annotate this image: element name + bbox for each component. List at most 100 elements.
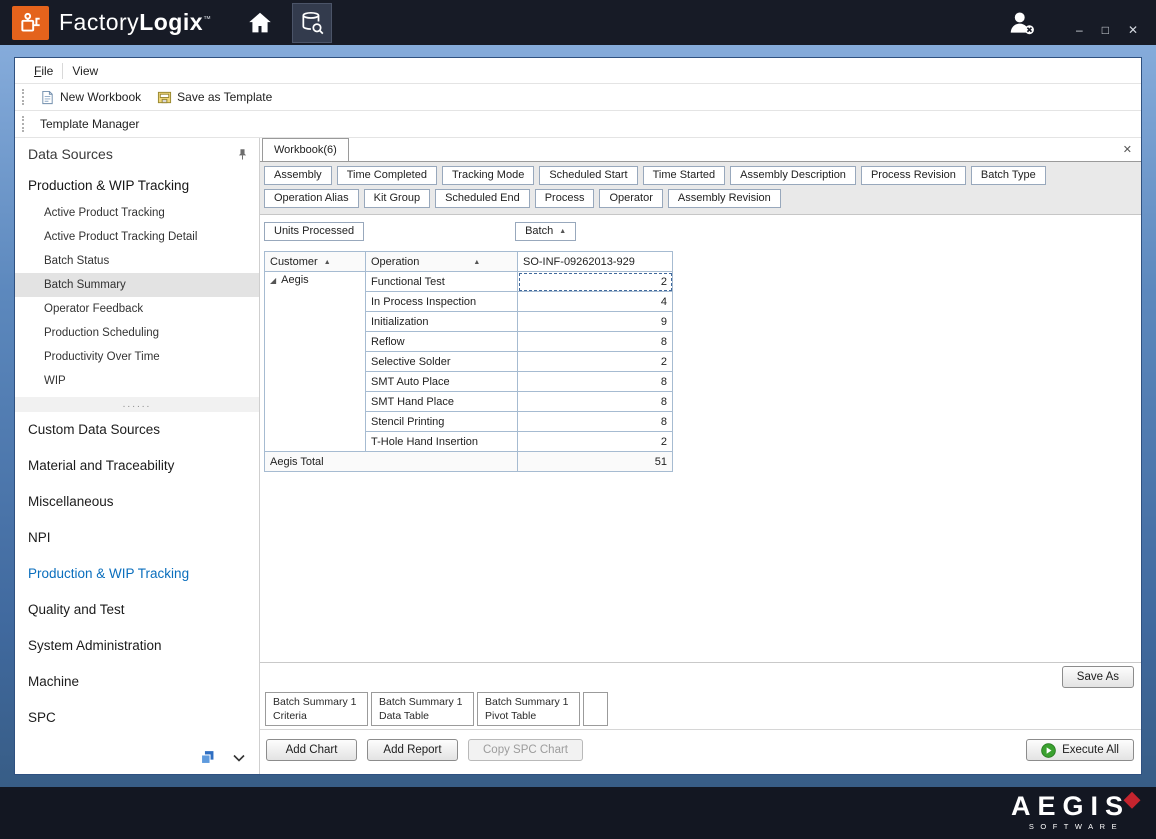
field-chip-process-revision[interactable]: Process Revision [861,166,966,185]
field-chip-scheduled-end[interactable]: Scheduled End [435,189,530,208]
sidebar-section-title: Production & WIP Tracking [15,170,259,201]
menu-view[interactable]: View [63,64,107,78]
pivot-group-cell-aegis[interactable]: ◢Aegis [265,272,366,452]
category-custom-data-sources[interactable]: Custom Data Sources [15,412,259,448]
window-frame: File View New Workbook [0,45,1156,787]
close-button[interactable]: ✕ [1128,24,1138,36]
field-chip-scheduled-start[interactable]: Scheduled Start [539,166,637,185]
user-logout-icon[interactable] [1002,6,1042,40]
maximize-button[interactable]: □ [1102,24,1109,36]
category-quality-and-test[interactable]: Quality and Test [15,592,259,628]
pivot-header-customer[interactable]: Customer▲ [265,252,366,272]
sheet-tab-data-table[interactable]: Batch Summary 1 Data Table [371,692,474,726]
menubar: File View [15,58,1141,84]
customer-header-label: Customer [270,256,318,268]
sidebar-item-batch-status[interactable]: Batch Status [15,249,259,273]
field-chip-process[interactable]: Process [535,189,595,208]
category-production-wip-tracking[interactable]: Production & WIP Tracking [15,556,259,592]
copy-pages-icon[interactable] [199,749,216,766]
field-chip-operator[interactable]: Operator [599,189,662,208]
value-cell[interactable]: 8 [518,372,673,392]
sidebar-bottom-controls [199,749,245,766]
sheet-tab-criteria[interactable]: Batch Summary 1 Criteria [265,692,368,726]
brand-logix: Logix [139,9,203,35]
sidebar-item-productivity-over-time[interactable]: Productivity Over Time [15,345,259,369]
field-chip-batch-type[interactable]: Batch Type [971,166,1046,185]
value-cell[interactable]: 2 [518,352,673,372]
aegis-wordmark: AEGIS [1011,793,1130,820]
category-miscellaneous[interactable]: Miscellaneous [15,484,259,520]
pivot-area-chips: Units Processed Batch▲ [264,222,1141,241]
data-explorer-icon[interactable] [292,3,332,43]
new-workbook-icon [40,90,55,105]
brand-factory: Factory [59,9,139,35]
minimize-button[interactable]: – [1076,24,1083,36]
field-chip-operation-alias[interactable]: Operation Alias [264,189,359,208]
sheet-tab-pivot-table[interactable]: Batch Summary 1 Pivot Table [477,692,580,726]
operation-cell: Stencil Printing [366,412,518,432]
value-cell[interactable]: 8 [518,392,673,412]
field-chip-time-started[interactable]: Time Started [643,166,726,185]
sidebar-item-wip[interactable]: WIP [15,369,259,393]
toolbar-template: Template Manager [15,111,1141,138]
toolbar-grip [22,89,26,105]
pivot-total-row: Aegis Total 51 [265,452,673,472]
pivot-column-header-batch-value[interactable]: SO-INF-09262013-929 [518,252,673,272]
sidebar-item-operator-feedback[interactable]: Operator Feedback [15,297,259,321]
category-spc[interactable]: SPC [15,700,259,736]
field-chip-kit-group[interactable]: Kit Group [364,189,430,208]
value-cell[interactable]: 9 [518,312,673,332]
save-as-template-label: Save as Template [177,90,272,104]
field-chip-assembly-revision[interactable]: Assembly Revision [668,189,781,208]
menu-file[interactable]: File [25,64,62,78]
category-npi[interactable]: NPI [15,520,259,556]
toolbar-main: New Workbook Save as Template [15,84,1141,111]
fields-row-2: Operation Alias Kit Group Scheduled End … [264,189,1137,208]
category-material-and-traceability[interactable]: Material and Traceability [15,448,259,484]
value-cell[interactable]: 2 [518,432,673,452]
category-machine[interactable]: Machine [15,664,259,700]
home-icon[interactable] [240,3,280,43]
field-chip-time-completed[interactable]: Time Completed [337,166,437,185]
value-cell[interactable]: 8 [518,332,673,352]
add-report-button[interactable]: Add Report [367,739,458,761]
sidebar-splitter[interactable]: ...... [15,397,259,412]
operation-header-label: Operation [371,256,419,268]
category-system-administration[interactable]: System Administration [15,628,259,664]
execute-all-button[interactable]: Execute All [1026,739,1134,761]
value-cell[interactable]: 4 [518,292,673,312]
workbook-tab[interactable]: Workbook(6) [262,138,349,161]
available-fields-panel: Assembly Time Completed Tracking Mode Sc… [260,162,1141,215]
template-manager-button[interactable]: Template Manager [32,115,147,133]
window-controls: – □ ✕ [1076,24,1138,36]
field-chip-tracking-mode[interactable]: Tracking Mode [442,166,534,185]
sidebar-item-active-product-tracking[interactable]: Active Product Tracking [15,201,259,225]
add-chart-button[interactable]: Add Chart [266,739,357,761]
workbook-close-icon[interactable]: ✕ [1123,143,1132,156]
copy-spc-chart-button[interactable]: Copy SPC Chart [468,739,583,761]
sort-asc-icon: ▲ [473,259,480,266]
sheet-tab-line2: Data Table [379,710,466,724]
total-label-cell: Aegis Total [265,452,518,472]
save-as-template-button[interactable]: Save as Template [149,88,280,107]
value-cell[interactable]: 8 [518,412,673,432]
data-sources-sidebar: Data Sources Production & WIP Tracking A… [15,138,260,774]
value-cell[interactable]: 2 [518,272,673,292]
sidebar-item-active-product-tracking-detail[interactable]: Active Product Tracking Detail [15,225,259,249]
sidebar-item-production-scheduling[interactable]: Production Scheduling [15,321,259,345]
new-workbook-button[interactable]: New Workbook [32,88,149,107]
execute-icon [1041,743,1056,758]
column-area-chip-batch[interactable]: Batch▲ [515,222,576,241]
sheet-tab-line1: Batch Summary 1 [379,696,466,710]
operation-cell: Selective Solder [366,352,518,372]
data-area-chip-units-processed[interactable]: Units Processed [264,222,364,241]
pivot-header-operation[interactable]: Operation ▲ [366,252,518,272]
save-as-button[interactable]: Save As [1062,666,1134,688]
field-chip-assembly-description[interactable]: Assembly Description [730,166,856,185]
sidebar-item-batch-summary[interactable]: Batch Summary [15,273,259,297]
field-chip-assembly[interactable]: Assembly [264,166,332,185]
new-workbook-label: New Workbook [60,90,141,104]
chevron-down-icon[interactable] [233,754,245,762]
execute-all-label: Execute All [1062,744,1119,756]
pin-icon[interactable] [236,148,249,161]
